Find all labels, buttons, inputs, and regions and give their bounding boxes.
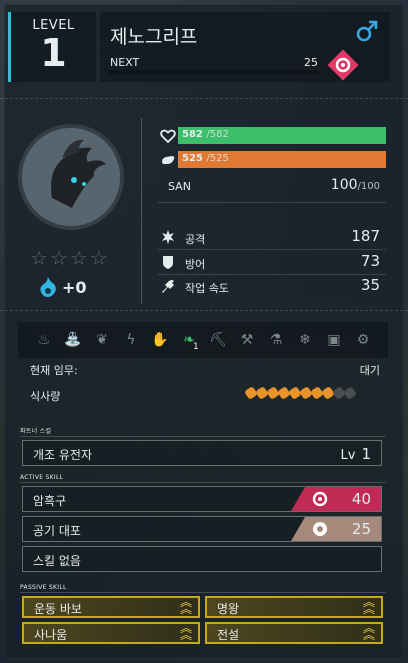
san-current: 100 <box>330 177 358 193</box>
watering-icon: ⛲ <box>64 332 82 348</box>
dark-element-icon <box>312 491 328 507</box>
skill-power: 25 <box>351 520 371 538</box>
vertical-divider <box>141 118 142 304</box>
divider <box>158 249 386 250</box>
attack-icon <box>162 230 174 244</box>
san-value: 100/100 <box>331 177 380 193</box>
divider <box>20 592 386 593</box>
work-speed-icon <box>162 280 174 293</box>
medicine-icon: ⚗ <box>269 332 283 348</box>
rank-up-icon: ︽ ︽ <box>362 621 375 642</box>
san-label: SAN <box>168 180 191 193</box>
hp-max: /582 <box>206 129 229 140</box>
current-task-label: 현재 임무: <box>30 364 78 377</box>
active-skill-name: 공기 대포 <box>33 524 81 538</box>
neutral-element-icon <box>313 522 327 536</box>
active-skill-1[interactable]: 암흑구 40 <box>22 486 382 512</box>
dark-element-icon <box>327 49 359 81</box>
work-speed-value: 35 <box>360 276 380 294</box>
exp-bar <box>108 70 318 74</box>
passive-skill-3[interactable]: 사나움 ︽ ︽ <box>22 622 200 644</box>
mining-icon: ⚒ <box>240 332 254 348</box>
soul-value: +0 <box>62 277 87 297</box>
passive-skill-1[interactable]: 운동 바보 ︽ ︽ <box>22 596 200 618</box>
defense-value: 73 <box>360 252 380 270</box>
passive-skill-2[interactable]: 명왕 ︽ ︽ <box>205 596 383 618</box>
passive-skill-name: 전설 <box>217 628 240 642</box>
partner-skill-title: 파트너 스킬 <box>20 428 52 435</box>
partner-skill-lv-value: 1 <box>361 445 371 463</box>
rank-stars: ☆ ☆ ☆ ☆ <box>30 246 108 270</box>
level-box: LEVEL 1 <box>8 12 96 82</box>
level-value: 1 <box>40 31 67 75</box>
rank-up-icon: ︽ ︽ <box>362 595 375 616</box>
transporting-icon: ▣ <box>327 332 341 348</box>
food-icon <box>343 386 357 400</box>
skill-power: 40 <box>351 490 371 508</box>
passive-skill-name: 명왕 <box>217 602 240 616</box>
soul-indicator: +0 <box>38 276 87 298</box>
current-task-value: 대기 <box>359 364 380 377</box>
male-icon <box>356 20 378 42</box>
active-skill-name: 스킬 없음 <box>33 554 81 568</box>
stamina-bar: 525 /525 <box>178 151 386 168</box>
shield-icon <box>163 256 173 269</box>
star-icon: ☆ <box>30 246 48 270</box>
electricity-icon: ϟ <box>126 332 136 348</box>
hp-text: 582 /582 <box>182 129 229 140</box>
attack-value: 187 <box>351 227 380 245</box>
divider <box>20 482 386 483</box>
handiwork-icon: ✋ <box>151 332 169 348</box>
stamina-text: 525 /525 <box>182 153 229 164</box>
pal-portrait <box>18 124 124 230</box>
skill-power-tag: 40 <box>291 487 381 511</box>
hp-current: 582 <box>182 129 203 140</box>
active-skill-2[interactable]: 공기 대포 25 <box>22 516 382 542</box>
passive-skill-name: 사나움 <box>34 628 68 642</box>
defense-label: 방어 <box>185 258 206 271</box>
hp-bar: 582 /582 <box>178 127 386 144</box>
attack-label: 공격 <box>185 233 206 246</box>
planting-icon: ❦ <box>96 332 108 348</box>
divider <box>158 202 386 203</box>
pal-name: 제노그리프 <box>110 26 198 48</box>
cooling-icon: ❄ <box>299 332 311 348</box>
heart-icon <box>160 129 176 144</box>
work-level: 1 <box>193 342 199 352</box>
next-label: NEXT <box>110 56 140 69</box>
san-max: /100 <box>357 181 380 192</box>
skill-power-tag: 25 <box>291 517 381 541</box>
lumbering-icon: ⛏ <box>209 332 227 348</box>
food-meter <box>244 386 357 400</box>
food-label: 식사량 <box>30 390 61 403</box>
stamina-max: /525 <box>206 153 229 164</box>
name-box: 제노그리프 NEXT 25 <box>100 12 390 82</box>
header-divider <box>0 98 408 108</box>
passive-skill-4[interactable]: 전설 ︽ ︽ <box>205 622 383 644</box>
stamina-icon <box>162 156 175 164</box>
partner-skill-name: 개조 유전자 <box>33 448 93 462</box>
partner-skill-level: Lv 1 <box>341 445 371 463</box>
next-value: 25 <box>304 56 318 69</box>
rank-up-icon: ︽ ︽ <box>179 595 192 616</box>
divider <box>20 436 386 437</box>
partner-skill-lv-label: Lv <box>340 448 356 463</box>
kindling-icon: ♨ <box>37 332 51 348</box>
passive-skill-title: PASSIVE SKILL <box>20 584 67 591</box>
active-skill-title: ACTIVE SKILL <box>20 474 64 481</box>
stamina-current: 525 <box>182 153 203 164</box>
active-skill-3[interactable]: 스킬 없음 <box>22 546 382 572</box>
divider <box>158 274 386 275</box>
passive-skill-name: 운동 바보 <box>34 602 82 616</box>
partner-skill[interactable]: 개조 유전자 Lv 1 <box>22 440 382 466</box>
farming-icon: ⚙ <box>356 332 370 348</box>
star-icon: ☆ <box>49 246 68 270</box>
star-icon: ☆ <box>69 246 88 270</box>
active-skill-name: 암흑구 <box>33 494 67 508</box>
rank-up-icon: ︽ ︽ <box>179 621 192 642</box>
section-divider <box>0 310 408 320</box>
soul-flame-icon <box>40 277 56 297</box>
work-speed-label: 작업 속도 <box>185 282 229 295</box>
star-icon: ☆ <box>89 246 108 270</box>
